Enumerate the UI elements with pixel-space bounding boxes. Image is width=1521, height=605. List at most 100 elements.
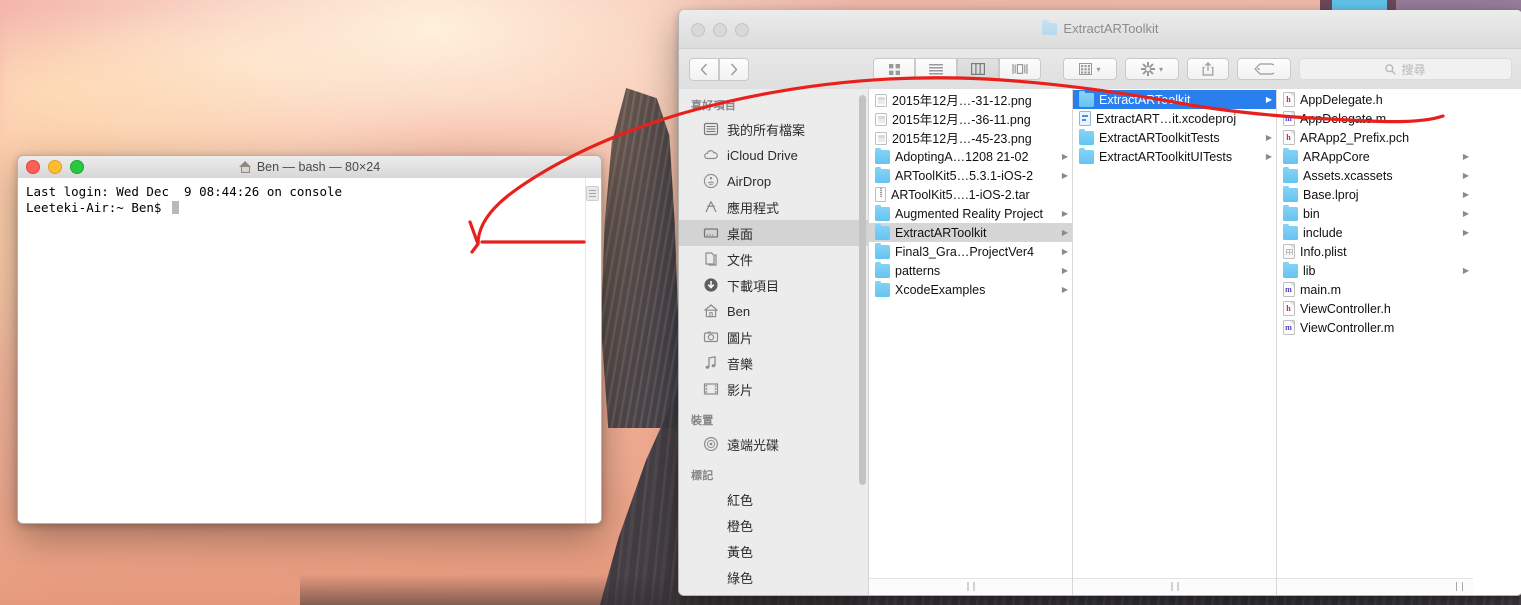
column-resize-grip[interactable] <box>1456 582 1463 591</box>
list-item[interactable]: h AppDelegate.h <box>1277 90 1473 109</box>
list-item[interactable]: 2015年12月…-31-12.png <box>869 90 1072 109</box>
list-item[interactable]: ARAppCore ▶ <box>1277 147 1473 166</box>
tag-button[interactable] <box>1237 58 1291 80</box>
finder-window[interactable]: ExtractARToolkit ▾ ▾ 搜尋 喜好項目 我的所有檔案 iClo… <box>678 10 1521 596</box>
sidebar-item-downloads[interactable]: 下載項目 <box>679 272 868 298</box>
list-view-button[interactable] <box>915 58 957 80</box>
sidebar-item-movies[interactable]: 影片 <box>679 376 868 402</box>
list-item-label: XcodeExamples <box>895 282 986 297</box>
finder-column-extractartoolkit[interactable]: ExtractARToolkit ▶ ExtractART…it.xcodepr… <box>1073 89 1277 595</box>
list-item-label: include <box>1303 225 1343 240</box>
column-resize-grip[interactable] <box>967 582 974 591</box>
sidebar-item-icloud-drive[interactable]: iCloud Drive <box>679 142 868 168</box>
sidebar-scrollbar[interactable] <box>858 93 867 591</box>
terminal-titlebar[interactable]: Ben — bash — 80×24 <box>18 156 601 179</box>
sidebar-item-label: iCloud Drive <box>727 147 798 163</box>
sidebar-item-music[interactable]: 音樂 <box>679 350 868 376</box>
folder-icon <box>875 261 890 278</box>
sidebar-item-applications[interactable]: 應用程式 <box>679 194 868 220</box>
list-item-label: Info.plist <box>1300 244 1347 259</box>
sidebar-item-label: 橙色 <box>727 518 754 534</box>
forward-button[interactable] <box>719 57 749 81</box>
column-resizer[interactable] <box>1073 578 1276 595</box>
list-item[interactable]: Assets.xcassets ▶ <box>1277 166 1473 185</box>
list-item[interactable]: m AppDelegate.m <box>1277 109 1473 128</box>
m-file-icon: m <box>1283 111 1295 126</box>
arrange-button[interactable]: ▾ <box>1063 58 1117 80</box>
search-icon <box>1385 63 1397 75</box>
terminal-window[interactable]: Ben — bash — 80×24 Last login: Wed Dec 9… <box>17 155 602 524</box>
column-resizer[interactable] <box>869 578 1072 595</box>
back-button[interactable] <box>689 57 719 81</box>
list-item[interactable]: m main.m <box>1277 280 1473 299</box>
terminal-scroll-thumb[interactable] <box>586 186 599 201</box>
list-item[interactable]: Base.lproj ▶ <box>1277 185 1473 204</box>
terminal-zoom-button[interactable] <box>70 160 84 174</box>
column-view-button[interactable] <box>957 58 999 80</box>
list-item[interactable]: Final3_Gra…ProjectVer4 ▶ <box>869 242 1072 261</box>
sidebar-scroll-thumb[interactable] <box>859 95 866 485</box>
terminal-scrollbar[interactable] <box>585 178 601 523</box>
list-item[interactable]: h ViewController.h <box>1277 299 1473 318</box>
search-field[interactable]: 搜尋 <box>1299 58 1512 80</box>
list-item[interactable]: AdoptingA…1208 21-02 ▶ <box>869 147 1072 166</box>
list-item[interactable]: ARToolKit5…5.3.1-iOS-2 ▶ <box>869 166 1072 185</box>
list-item[interactable]: ExtractARToolkitTests ▶ <box>1073 128 1276 147</box>
list-item[interactable]: ExtractARToolkitUITests ▶ <box>1073 147 1276 166</box>
folder-icon <box>1079 147 1094 164</box>
list-item[interactable]: include ▶ <box>1277 223 1473 242</box>
sidebar-item-tag-green[interactable]: 綠色 <box>679 564 868 590</box>
list-item-label: AdoptingA…1208 21-02 <box>895 149 1029 164</box>
list-item[interactable]: Info.plist <box>1277 242 1473 261</box>
sidebar-item-tag-red[interactable]: 紅色 <box>679 486 868 512</box>
terminal-close-button[interactable] <box>26 160 40 174</box>
finder-toolbar[interactable]: ▾ ▾ 搜尋 <box>679 49 1521 90</box>
sidebar-item-remote-disc[interactable]: 遠端光碟 <box>679 431 868 457</box>
list-item[interactable]: XcodeExamples ▶ <box>869 280 1072 299</box>
list-item[interactable]: ARToolKit5….1-iOS-2.tar <box>869 185 1072 204</box>
list-item-annotated[interactable]: h ARApp2_Prefix.pch <box>1277 128 1473 147</box>
finder-sidebar[interactable]: 喜好項目 我的所有檔案 iCloud Drive AirDrop 應用程式 桌面… <box>679 89 869 595</box>
list-item-selected[interactable]: ExtractARToolkit ▶ <box>1073 90 1276 109</box>
sidebar-item-desktop[interactable]: 桌面 <box>679 220 868 246</box>
share-button[interactable] <box>1187 58 1229 80</box>
list-item-selected[interactable]: ExtractARToolkit ▶ <box>869 223 1072 242</box>
terminal-body[interactable]: Last login: Wed Dec 9 08:44:26 on consol… <box>18 178 601 523</box>
sidebar-item-label: 紅色 <box>727 492 754 508</box>
sidebar-item-tag-blue[interactable]: 藍色 <box>679 590 868 595</box>
finder-nav-buttons[interactable] <box>689 57 749 81</box>
sidebar-section-header-tags: 標記 <box>691 470 714 482</box>
terminal-output: Last login: Wed Dec 9 08:44:26 on consol… <box>26 184 593 215</box>
list-item[interactable]: Augmented Reality Project ▶ <box>869 204 1072 223</box>
column-resizer[interactable] <box>1277 578 1473 595</box>
view-mode-buttons[interactable] <box>873 58 1041 80</box>
disclosure-arrow-icon: ▶ <box>1462 266 1469 275</box>
list-item[interactable]: m ViewController.m <box>1277 318 1473 337</box>
list-item[interactable]: bin ▶ <box>1277 204 1473 223</box>
sidebar-item-tag-yellow[interactable]: 黃色 <box>679 538 868 564</box>
sidebar-item-pictures[interactable]: 圖片 <box>679 324 868 350</box>
sidebar-item-home[interactable]: Ben <box>679 298 868 324</box>
terminal-minimize-button[interactable] <box>48 160 62 174</box>
list-item-label: main.m <box>1300 282 1341 297</box>
sidebar-item-airdrop[interactable]: AirDrop <box>679 168 868 194</box>
list-item[interactable]: 2015年12月…-45-23.png <box>869 128 1072 147</box>
icon-view-button[interactable] <box>873 58 915 80</box>
finder-column-project-files[interactable]: h AppDelegate.h m AppDelegate.m h ARApp2… <box>1277 89 1473 595</box>
sidebar-item-label: 黃色 <box>727 544 754 560</box>
finder-titlebar[interactable]: ExtractARToolkit <box>679 10 1521 49</box>
finder-column-desktop[interactable]: 2015年12月…-31-12.png 2015年12月…-36-11.png … <box>869 89 1073 595</box>
tag-dot-icon <box>703 543 719 559</box>
terminal-traffic-lights[interactable] <box>26 160 84 174</box>
sidebar-item-documents[interactable]: 文件 <box>679 246 868 272</box>
list-item[interactable]: lib ▶ <box>1277 261 1473 280</box>
list-item[interactable]: ExtractART…it.xcodeproj <box>1073 109 1276 128</box>
list-item[interactable]: 2015年12月…-36-11.png <box>869 109 1072 128</box>
sidebar-item-tag-orange[interactable]: 橙色 <box>679 512 868 538</box>
sidebar-item-all-my-files[interactable]: 我的所有檔案 <box>679 116 868 142</box>
list-item[interactable]: patterns ▶ <box>869 261 1072 280</box>
action-button[interactable]: ▾ <box>1125 58 1179 80</box>
finder-title-label: ExtractARToolkit <box>1063 21 1159 36</box>
column-resize-grip[interactable] <box>1171 582 1178 591</box>
coverflow-view-button[interactable] <box>999 58 1041 80</box>
